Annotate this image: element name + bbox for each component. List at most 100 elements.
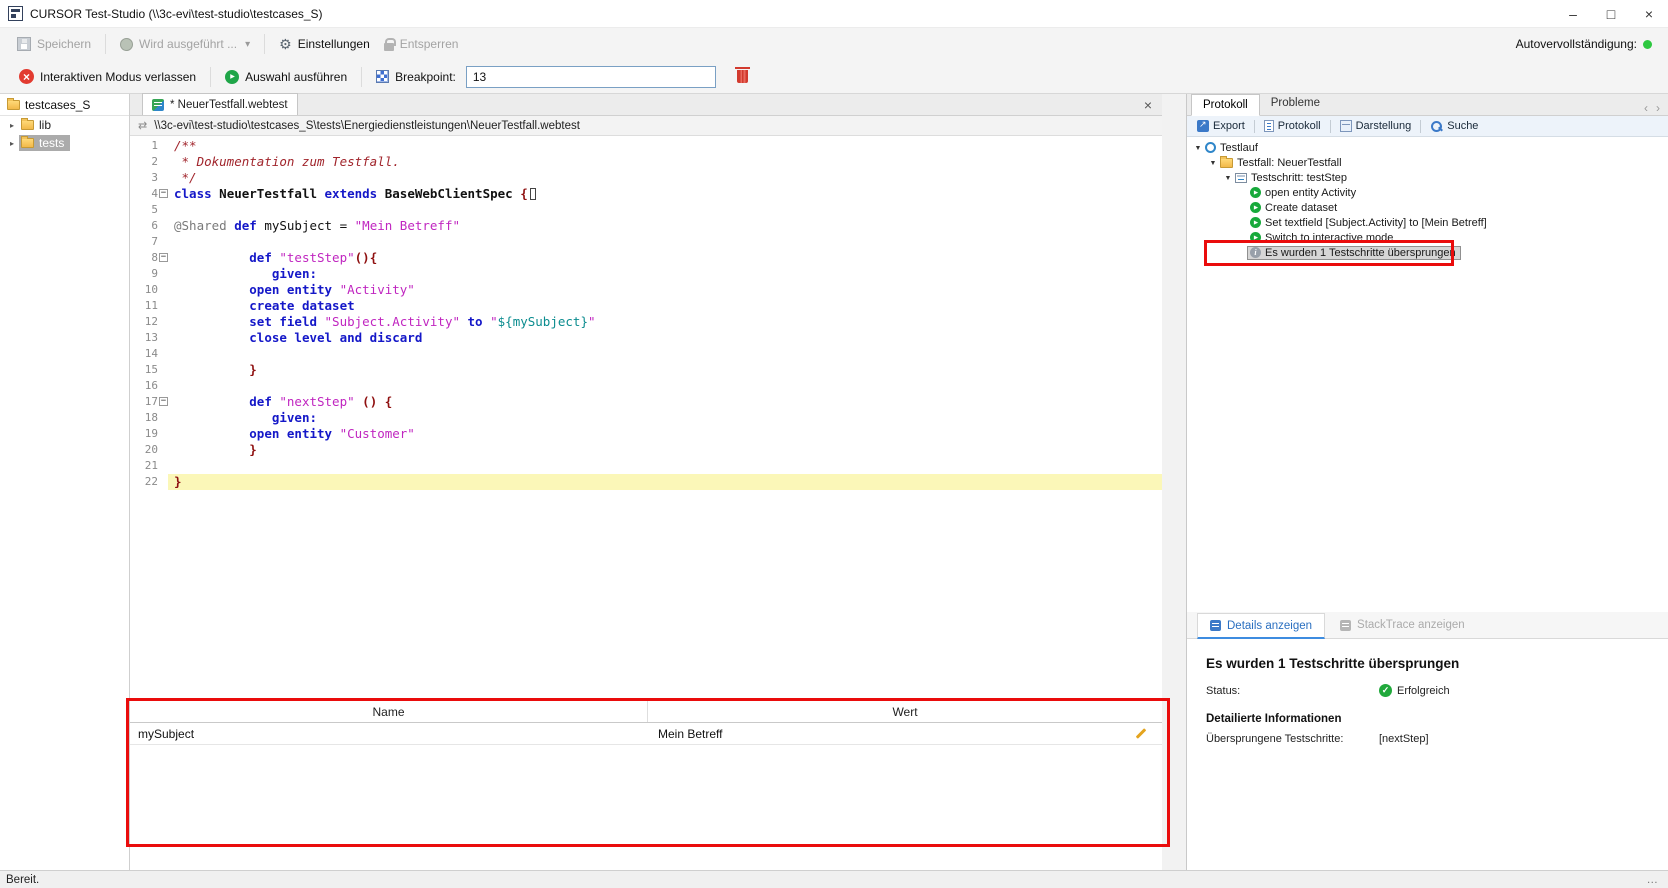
file-tree-items: libtests (0, 116, 129, 152)
details-icon (1210, 620, 1221, 631)
export-icon (1197, 120, 1209, 132)
editor-tabstrip: * NeuerTestfall.webtest × (130, 94, 1162, 116)
protocol-tree-item[interactable]: Es wurden 1 Testschritte übersprungen (1187, 245, 1668, 260)
code-line[interactable]: 18 given: (130, 410, 1162, 426)
protocol-tree-item[interactable]: Switch to interactive mode (1187, 230, 1668, 245)
column-header-wert[interactable]: Wert (648, 701, 1162, 722)
details-nav (1644, 101, 1660, 115)
unlock-button[interactable]: Entsperren (377, 32, 466, 56)
code-line[interactable]: 12 set field "Subject.Activity" to "${my… (130, 314, 1162, 330)
protocol-tree-item[interactable]: Testlauf (1187, 140, 1668, 155)
code-line[interactable]: 8 def "testStep"(){ (130, 250, 1162, 266)
statusbar-overflow-icon[interactable] (1647, 874, 1659, 886)
collapse-icon[interactable] (1208, 158, 1218, 167)
settings-button[interactable]: ⚙ Einstellungen (272, 32, 377, 56)
play-icon (1250, 187, 1261, 198)
settings-label: Einstellungen (298, 37, 370, 51)
code-line[interactable]: 3 */ (130, 170, 1162, 186)
file-tree-item-lib[interactable]: lib (0, 116, 129, 134)
breakpoint-input[interactable] (466, 66, 716, 88)
panel-splitter[interactable] (1162, 94, 1186, 870)
code-line[interactable]: 20 } (130, 442, 1162, 458)
editor-tab[interactable]: * NeuerTestfall.webtest (142, 93, 298, 115)
window-controls: – □ × (1554, 0, 1668, 28)
code-line[interactable]: 11 create dataset (130, 298, 1162, 314)
code-line[interactable]: 15 } (130, 362, 1162, 378)
line-number: 8 (130, 250, 158, 266)
tab-details[interactable]: Details anzeigen (1197, 613, 1325, 639)
code-line[interactable]: 22} (130, 474, 1162, 490)
tab-probleme[interactable]: Probleme (1260, 93, 1331, 115)
tab-protokoll[interactable]: Protokoll (1191, 94, 1260, 116)
title-bar: CURSOR Test-Studio (\\3c-evi\test-studio… (0, 0, 1668, 28)
breakpoint-icon (376, 70, 389, 83)
search-button[interactable]: Suche (1426, 120, 1482, 133)
editor-pathbar: ⇄ \\3c-evi\test-studio\testcases_S\tests… (130, 116, 1162, 136)
line-number: 16 (130, 378, 158, 394)
save-label: Speichern (37, 37, 91, 51)
protocol-tree-item[interactable]: Create dataset (1187, 200, 1668, 215)
leave-interactive-mode-button[interactable]: Interaktiven Modus verlassen (12, 65, 203, 89)
protocol-tree-item[interactable]: Set textfield [Subject.Activity] to [Mei… (1187, 215, 1668, 230)
view-button[interactable]: Darstellung (1336, 120, 1416, 132)
maximize-button[interactable]: □ (1592, 0, 1630, 28)
line-number: 21 (130, 458, 158, 474)
log-button[interactable]: Protokoll (1260, 120, 1325, 132)
code-line[interactable]: 17 def "nextStep" () { (130, 394, 1162, 410)
file-tree-panel: testcases_S libtests (0, 94, 130, 870)
editor-file-path: \\3c-evi\test-studio\testcases_S\tests\E… (154, 120, 580, 132)
fold-collapse-icon[interactable] (159, 253, 168, 262)
minimize-button[interactable]: – (1554, 0, 1592, 28)
code-line[interactable]: 2 * Dokumentation zum Testfall. (130, 154, 1162, 170)
line-number: 12 (130, 314, 158, 330)
protocol-tree: TestlaufTestfall: NeuerTestfall Testschri… (1187, 137, 1668, 612)
code-line[interactable]: 10 open entity "Activity" (130, 282, 1162, 298)
status-text: Bereit. (6, 874, 39, 886)
protocol-tree-item[interactable]: Testfall: NeuerTestfall (1187, 155, 1668, 170)
file-tree-item-tests[interactable]: tests (0, 134, 129, 152)
code-line[interactable]: 1/** (130, 138, 1162, 154)
export-button[interactable]: Export (1193, 120, 1249, 132)
protocol-tree-item[interactable]: Testschritt: testStep (1187, 170, 1668, 185)
autocomplete-label: Autovervollständigung: (1516, 37, 1637, 51)
line-number: 3 (130, 170, 158, 186)
save-button[interactable]: Speichern (10, 32, 98, 56)
running-status-button[interactable]: Wird ausgeführt ... ▾ (113, 32, 257, 56)
code-line[interactable]: 5 (130, 202, 1162, 218)
chevron-right-icon[interactable] (1656, 101, 1660, 115)
run-selection-label: Auswahl ausführen (245, 70, 347, 84)
editor-close-icon[interactable]: × (1144, 97, 1152, 113)
protocol-tree-label: Testschritt: testStep (1251, 172, 1347, 184)
collapse-icon[interactable] (1223, 173, 1233, 182)
code-line[interactable]: 13 close level and discard (130, 330, 1162, 346)
collapse-icon[interactable] (1193, 143, 1203, 152)
close-button[interactable]: × (1630, 0, 1668, 28)
play-icon (1250, 232, 1261, 243)
webtest-file-icon (152, 99, 164, 111)
expander-icon[interactable] (7, 139, 17, 148)
tab-stacktrace[interactable]: StackTrace anzeigen (1328, 612, 1477, 638)
status-value: Erfolgreich (1397, 685, 1450, 697)
code-line[interactable]: 16 (130, 378, 1162, 394)
column-header-name[interactable]: Name (130, 701, 648, 722)
delete-breakpoint-trash-icon[interactable] (737, 70, 748, 83)
protocol-tree-item[interactable]: open entity Activity (1187, 185, 1668, 200)
code-line[interactable]: 9 given: (130, 266, 1162, 282)
code-line[interactable]: 14 (130, 346, 1162, 362)
protocol-tree-label: open entity Activity (1265, 187, 1356, 199)
edit-pencil-icon[interactable] (1135, 727, 1148, 740)
fold-collapse-icon[interactable] (159, 397, 168, 406)
autocomplete-status-icon (1643, 40, 1652, 49)
variable-row[interactable]: mySubjectMein Betreff (130, 723, 1162, 745)
fold-collapse-icon[interactable] (159, 189, 168, 198)
code-line[interactable]: 6@Shared def mySubject = "Mein Betreff" (130, 218, 1162, 234)
chevron-left-icon[interactable] (1644, 101, 1648, 115)
file-tree-root[interactable]: testcases_S (0, 94, 129, 116)
run-selection-button[interactable]: Auswahl ausführen (218, 65, 354, 89)
code-line[interactable]: 4class NeuerTestfall extends BaseWebClie… (130, 186, 1162, 202)
code-line[interactable]: 19 open entity "Customer" (130, 426, 1162, 442)
variable-name: mySubject (130, 727, 648, 741)
expander-icon[interactable] (7, 121, 17, 130)
code-line[interactable]: 7 (130, 234, 1162, 250)
code-line[interactable]: 21 (130, 458, 1162, 474)
